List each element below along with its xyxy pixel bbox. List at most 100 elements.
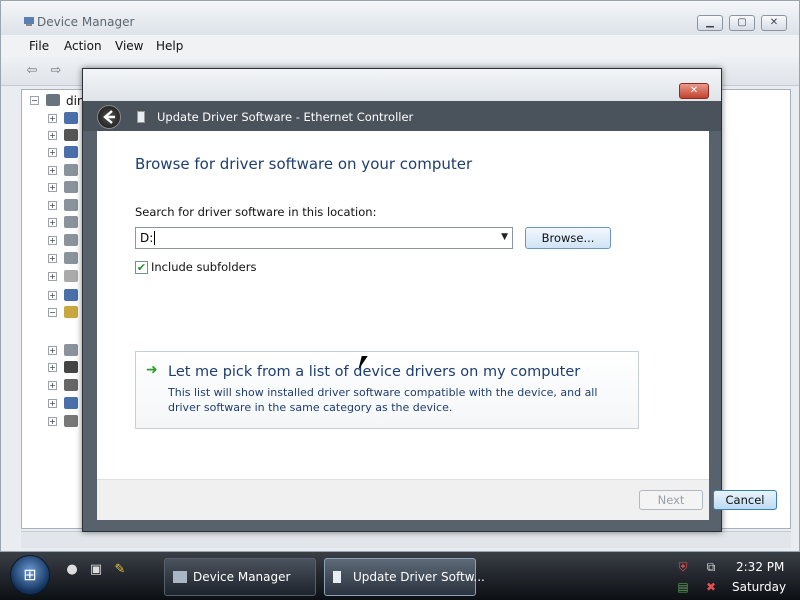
dropdown-arrow-icon[interactable]: ▼ [501,232,508,242]
tree-item[interactable]: + [48,164,78,178]
tree-item[interactable]: + [48,379,78,393]
menu-file[interactable]: File [29,39,49,53]
tree-item[interactable]: + [48,181,78,195]
tree-item[interactable]: + [48,344,78,358]
clock-time[interactable]: 2:32 PM [736,560,784,574]
collapse-icon[interactable]: − [48,308,57,317]
expand-icon[interactable]: + [48,417,57,426]
device-icon [64,415,78,427]
collapse-icon[interactable]: − [30,96,39,105]
device-icon [64,252,78,264]
expand-icon[interactable]: + [48,148,57,157]
expand-icon[interactable]: + [48,363,57,372]
taskbar-device-manager-label: Device Manager [193,570,291,584]
maximize-button[interactable]: ▢ [729,15,755,31]
expand-icon[interactable]: + [48,399,57,408]
tree-item[interactable]: + [48,252,78,266]
clock-day[interactable]: Saturday [732,580,786,594]
tree-item[interactable]: + [48,270,78,284]
next-button[interactable]: Next [639,490,703,510]
computer-icon [46,94,60,106]
tree-item[interactable]: + [48,289,78,303]
pick-from-list-title[interactable]: Let me pick from a list of device driver… [168,364,580,380]
device-icon [64,146,78,158]
device-icon [64,234,78,246]
tree-item[interactable]: + [48,234,78,248]
taskbar-device-manager[interactable]: Device Manager [164,558,316,596]
minimize-button[interactable]: ▁ [697,15,723,31]
taskbar-update-driver[interactable]: Update Driver Softw... [324,558,485,596]
dialog-header: Update Driver Software - Ethernet Contro… [83,101,721,131]
tree-item[interactable]: + [48,146,78,160]
dialog-titlebar[interactable]: ✕ [83,69,721,101]
expand-icon[interactable]: + [48,131,57,140]
device-icon [64,112,78,124]
quick-launch-icon[interactable]: ✎ [112,562,128,578]
update-driver-dialog: ✕ Update Driver Software - Ethernet Cont… [82,68,777,532]
tree-root[interactable]: − [30,94,60,108]
tree-item[interactable]: − [48,306,78,320]
expand-icon[interactable]: + [48,166,57,175]
expand-icon[interactable]: + [48,114,57,123]
device-icon [333,571,341,583]
menu-view[interactable]: View [115,39,143,53]
unknown-device-icon [64,306,78,318]
back-arrow-icon[interactable]: ⇦ [23,63,41,79]
search-location-value[interactable]: D: [140,231,156,245]
device-icon [137,111,145,123]
tray-app-icon[interactable]: ▤ [676,580,690,594]
network-icon[interactable]: ⧉ [704,560,718,574]
cancel-button[interactable]: Cancel [713,490,777,510]
taskbar: ⊞ ● ▣ ✎ Device Manager Update Driver Sof… [0,552,800,600]
device-icon [64,270,78,282]
forward-arrow-icon[interactable]: ⇨ [47,63,65,79]
search-location-combobox[interactable]: D: ▼ [135,227,513,249]
back-button[interactable] [97,105,121,129]
device-manager-icon [173,571,187,583]
expand-icon[interactable]: + [48,218,57,227]
include-subfolders-label[interactable]: Include subfolders [151,260,256,274]
close-button[interactable]: ✕ [761,15,787,31]
expand-icon[interactable]: + [48,291,57,300]
tree-item[interactable]: + [48,129,78,143]
back-arrow-icon [103,110,115,124]
device-icon [64,397,78,409]
expand-icon[interactable]: + [48,272,57,281]
green-arrow-icon: ➜ [146,362,158,378]
tree-item[interactable]: + [48,216,78,230]
show-desktop-icon[interactable]: ● [64,562,80,578]
start-button[interactable]: ⊞ [10,555,50,595]
tree-item[interactable]: + [48,397,78,411]
expand-icon[interactable]: + [48,183,57,192]
expand-icon[interactable]: + [48,346,57,355]
device-manager-icon [23,15,35,27]
page-heading: Browse for driver software on your compu… [135,155,473,173]
device-icon [64,289,78,301]
dialog-content: Browse for driver software on your compu… [97,131,709,479]
tree-item[interactable]: + [48,361,78,375]
device-icon [64,379,78,391]
security-alert-icon[interactable]: ⛨ [676,560,690,574]
tree-item[interactable]: + [48,112,78,126]
volume-muted-icon[interactable]: ✖ [704,580,718,594]
device-icon [64,361,78,373]
expand-icon[interactable]: + [48,236,57,245]
expand-icon[interactable]: + [48,254,57,263]
expand-icon[interactable]: + [48,201,57,210]
device-icon [64,164,78,176]
browse-button[interactable]: Browse... [525,227,611,249]
pick-from-list-option[interactable]: ➜ Let me pick from a list of device driv… [135,351,639,429]
device-manager-titlebar[interactable]: Device Manager ▁ ▢ ✕ [1,1,799,35]
device-icon [64,199,78,211]
include-subfolders-checkbox[interactable]: ✔ [135,261,148,274]
menu-action[interactable]: Action [64,39,102,53]
tree-item[interactable]: + [48,415,78,429]
menu-help[interactable]: Help [156,39,183,53]
switch-windows-icon[interactable]: ▣ [88,562,104,578]
dialog-close-button[interactable]: ✕ [679,83,709,99]
search-location-label: Search for driver software in this locat… [135,205,377,219]
tree-item[interactable]: + [48,199,78,213]
expand-icon[interactable]: + [48,381,57,390]
status-bar [21,531,791,548]
window-title: Device Manager [37,15,135,29]
